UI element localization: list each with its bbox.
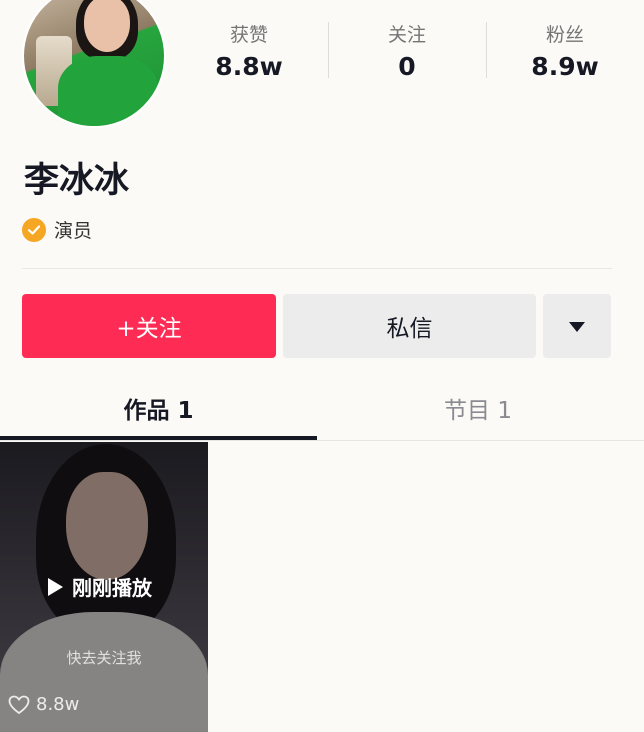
likes-count: 8.8w: [215, 52, 283, 81]
tab-shows[interactable]: 节目 1: [317, 380, 639, 436]
verified-check-icon: [22, 217, 46, 242]
verified-badge: 演员: [22, 216, 92, 243]
followers-count: 8.9w: [531, 52, 599, 81]
recently-played-label: 刚刚播放: [46, 572, 152, 601]
likes-label: 获赞: [229, 24, 268, 46]
followers-label: 粉丝: [545, 24, 584, 46]
recently-played-text: 刚刚播放: [72, 576, 152, 600]
video-likes: 8.8w: [8, 694, 79, 715]
followers-stat[interactable]: 粉丝 8.9w: [486, 0, 644, 90]
triangle-down-icon: [568, 313, 586, 339]
profile-name: 李冰冰: [24, 161, 130, 201]
heart-icon: [8, 695, 30, 715]
video-thumbnail[interactable]: 刚刚播放 快去关注我 8.8w: [0, 442, 208, 732]
divider: [22, 268, 612, 269]
play-icon: [46, 577, 64, 597]
following-label: 关注: [387, 24, 426, 46]
more-options-button[interactable]: [543, 294, 611, 358]
following-count: 0: [398, 52, 416, 81]
profile-stats: 获赞 8.8w 关注 0 粉丝 8.9w: [170, 0, 644, 90]
follow-button[interactable]: +关注: [22, 294, 276, 358]
video-subtitle: 快去关注我: [66, 649, 142, 667]
likes-stat[interactable]: 获赞 8.8w: [170, 0, 328, 90]
tab-works[interactable]: 作品 1: [0, 380, 317, 436]
video-likes-count: 8.8w: [36, 694, 80, 715]
verified-label: 演员: [54, 220, 93, 242]
following-stat[interactable]: 关注 0: [328, 0, 486, 90]
profile-avatar[interactable]: [22, 0, 166, 128]
tab-divider: [0, 440, 644, 441]
message-button[interactable]: 私信: [283, 294, 536, 358]
